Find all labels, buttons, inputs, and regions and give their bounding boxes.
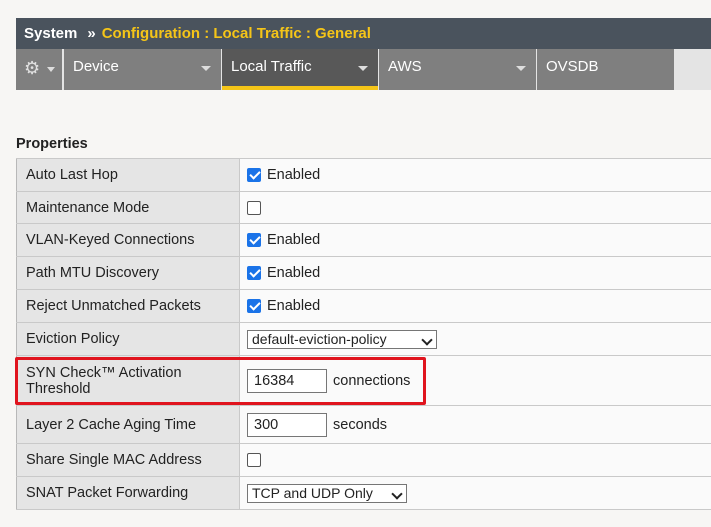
vlan-keyed-checkbox[interactable] [247, 233, 261, 248]
auto-last-hop-checkbox[interactable] [247, 168, 261, 183]
row-maintenance-mode: Maintenance Mode [16, 191, 711, 224]
syn-check-threshold-input[interactable]: 16384 [247, 368, 327, 393]
tab-label: OVSDB [546, 58, 599, 75]
row-label-line2: Threshold [26, 380, 91, 397]
chevron-down-icon [421, 333, 433, 346]
select-value: default-eviction-policy [252, 330, 387, 347]
row-label: Eviction Policy [16, 322, 240, 356]
row-label: Auto Last Hop [16, 158, 240, 192]
row-l2-cache: Layer 2 Cache Aging Time 300 seconds [16, 405, 711, 444]
chevron-down-icon [358, 66, 368, 71]
tab-label: AWS [388, 58, 422, 75]
tab-local-traffic[interactable]: Local Traffic [222, 49, 378, 90]
row-eviction-policy: Eviction Policy default-eviction-policy [16, 322, 711, 356]
row-path-mtu: Path MTU Discovery Enabled [16, 256, 711, 290]
tab-device[interactable]: Device [64, 49, 221, 90]
tab-label: Local Traffic [231, 58, 312, 75]
chevron-down-icon [201, 66, 211, 71]
tab-label: Device [73, 58, 119, 75]
tab-bar: ⚙ Device Local Traffic AWS OVSDB [16, 49, 711, 90]
row-label: Share Single MAC Address [16, 443, 240, 477]
unit-label: seconds [333, 416, 388, 433]
row-label: SYN Check™ Activation [26, 364, 182, 381]
top-strip [0, 0, 711, 18]
select-value: TCP and UDP Only [252, 484, 373, 501]
checkbox-label: Enabled [267, 265, 321, 282]
share-mac-checkbox[interactable] [247, 453, 261, 468]
properties-table: Auto Last Hop Enabled Maintenance Mode V… [16, 158, 711, 510]
row-vlan-keyed: VLAN-Keyed Connections Enabled [16, 223, 711, 257]
checkbox-label: Enabled [267, 167, 321, 184]
reject-unmatched-checkbox[interactable] [247, 299, 261, 314]
maintenance-mode-checkbox[interactable] [247, 200, 261, 215]
snat-forwarding-select[interactable]: TCP and UDP Only [247, 483, 407, 503]
row-label: Path MTU Discovery [16, 256, 240, 290]
row-share-mac: Share Single MAC Address [16, 443, 711, 477]
l2-cache-aging-input[interactable]: 300 [247, 412, 327, 437]
path-mtu-checkbox[interactable] [247, 266, 261, 281]
chevron-down-icon [516, 66, 526, 71]
row-label: Maintenance Mode [16, 191, 240, 224]
tab-aws[interactable]: AWS [379, 49, 536, 90]
tab-settings-menu[interactable]: ⚙ [16, 49, 62, 90]
section-title: Properties [16, 136, 88, 152]
row-label: Layer 2 Cache Aging Time [16, 405, 240, 444]
checkbox-label: Enabled [267, 232, 321, 249]
gear-icon: ⚙ [24, 58, 41, 78]
unit-label: connections [333, 372, 411, 389]
eviction-policy-select[interactable]: default-eviction-policy [247, 329, 437, 349]
row-syn-check: SYN Check™ Activation Threshold 16384 con… [16, 355, 711, 406]
row-label: VLAN-Keyed Connections [16, 223, 240, 257]
tab-ovsdb[interactable]: OVSDB [537, 49, 674, 90]
row-reject-unmatched: Reject Unmatched Packets Enabled [16, 289, 711, 323]
breadcrumb-path: Configuration : Local Traffic : General [101, 25, 371, 42]
breadcrumb-separator: » [87, 25, 96, 42]
breadcrumb-system[interactable]: System [24, 25, 77, 42]
row-label: Reject Unmatched Packets [16, 289, 240, 323]
row-snat-forwarding: SNAT Packet Forwarding TCP and UDP Only [16, 476, 711, 510]
chevron-down-icon [47, 67, 55, 72]
row-label: SNAT Packet Forwarding [16, 476, 240, 510]
checkbox-label: Enabled [267, 298, 321, 315]
breadcrumb-bar: System » Configuration : Local Traffic :… [16, 18, 711, 49]
chevron-down-icon [391, 487, 403, 500]
row-auto-last-hop: Auto Last Hop Enabled [16, 158, 711, 192]
